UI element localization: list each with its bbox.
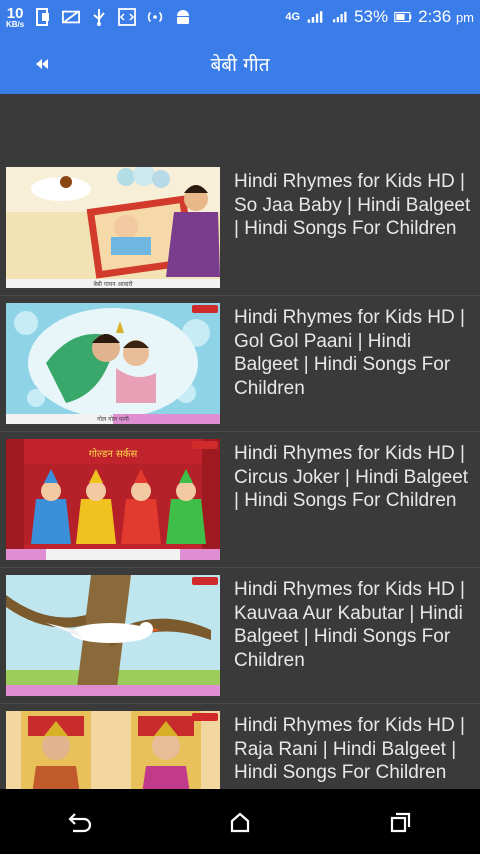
screenshot-icon [34, 8, 52, 26]
thumbnail-caption: गोल्डन सर्कस [89, 448, 138, 460]
video-list[interactable]: बेबी गायन आवारी Hindi Rhymes for Kids HD… [0, 160, 480, 840]
list-item[interactable]: बेबी गायन आवारी Hindi Rhymes for Kids HD… [0, 160, 480, 296]
usb-icon [90, 8, 108, 26]
nav-home-button[interactable] [220, 802, 260, 842]
developer-icon [118, 8, 137, 26]
video-thumbnail[interactable]: बेबी गायन आवारी [6, 167, 220, 288]
video-title[interactable]: Hindi Rhymes for Kids HD | Kauvaa Aur Ka… [234, 578, 474, 672]
video-title[interactable]: Hindi Rhymes for Kids HD | Raja Rani | H… [234, 714, 474, 785]
app-bar: बेबी गीत [0, 34, 480, 94]
home-icon [230, 812, 250, 832]
nav-back-button[interactable] [60, 802, 100, 842]
list-item[interactable]: गोल गोल पानी Hindi Rhymes for Kids HD | … [0, 296, 480, 432]
clock-suffix: pm [455, 10, 474, 25]
rewind-icon [36, 59, 48, 69]
recents-icon [390, 812, 411, 832]
battery-percent: 53% [354, 7, 389, 26]
video-title[interactable]: Hindi Rhymes for Kids HD | So Jaa Baby |… [234, 170, 474, 241]
no-sim-icon [62, 8, 81, 26]
speed-unit: KB/s [6, 19, 25, 29]
signal-sim1-icon [306, 8, 324, 26]
speed-value: 10 [6, 4, 24, 22]
status-bar: 10 KB/s 4G 53% 2:36 pm [0, 0, 480, 34]
clock: 2:36 pm [418, 7, 474, 27]
network-speed: 10 KB/s [6, 6, 24, 29]
navigation-bar [0, 789, 480, 854]
clock-time: 2:36 [418, 7, 452, 26]
network-type: 4G [285, 11, 301, 23]
video-thumbnail[interactable]: गोल गोल पानी [6, 303, 220, 424]
nav-recents-button[interactable] [380, 802, 420, 842]
thumbnail-caption: गोल गोल पानी [97, 415, 129, 423]
back-arrow-icon [68, 812, 92, 832]
video-title[interactable]: Hindi Rhymes for Kids HD | Gol Gol Paani… [234, 306, 474, 400]
video-thumbnail[interactable] [6, 711, 220, 801]
page-title: बेबी गीत [210, 54, 270, 76]
thumbnail-caption: बेबी गायन आवारी [94, 280, 133, 288]
video-thumbnail[interactable] [6, 575, 220, 696]
android-icon [174, 8, 192, 26]
back-button[interactable] [30, 52, 54, 76]
video-thumbnail[interactable]: गोल्डन सर्कस [6, 439, 220, 560]
video-title[interactable]: Hindi Rhymes for Kids HD | Circus Joker … [234, 442, 474, 513]
hotspot-icon [146, 8, 164, 26]
list-item[interactable]: Hindi Rhymes for Kids HD | Kauvaa Aur Ka… [0, 568, 480, 704]
list-item[interactable]: गोल्डन सर्कस Hindi Rhymes for Kids HD | … [0, 432, 480, 568]
battery-icon [394, 8, 412, 26]
signal-sim2-icon [330, 8, 348, 26]
